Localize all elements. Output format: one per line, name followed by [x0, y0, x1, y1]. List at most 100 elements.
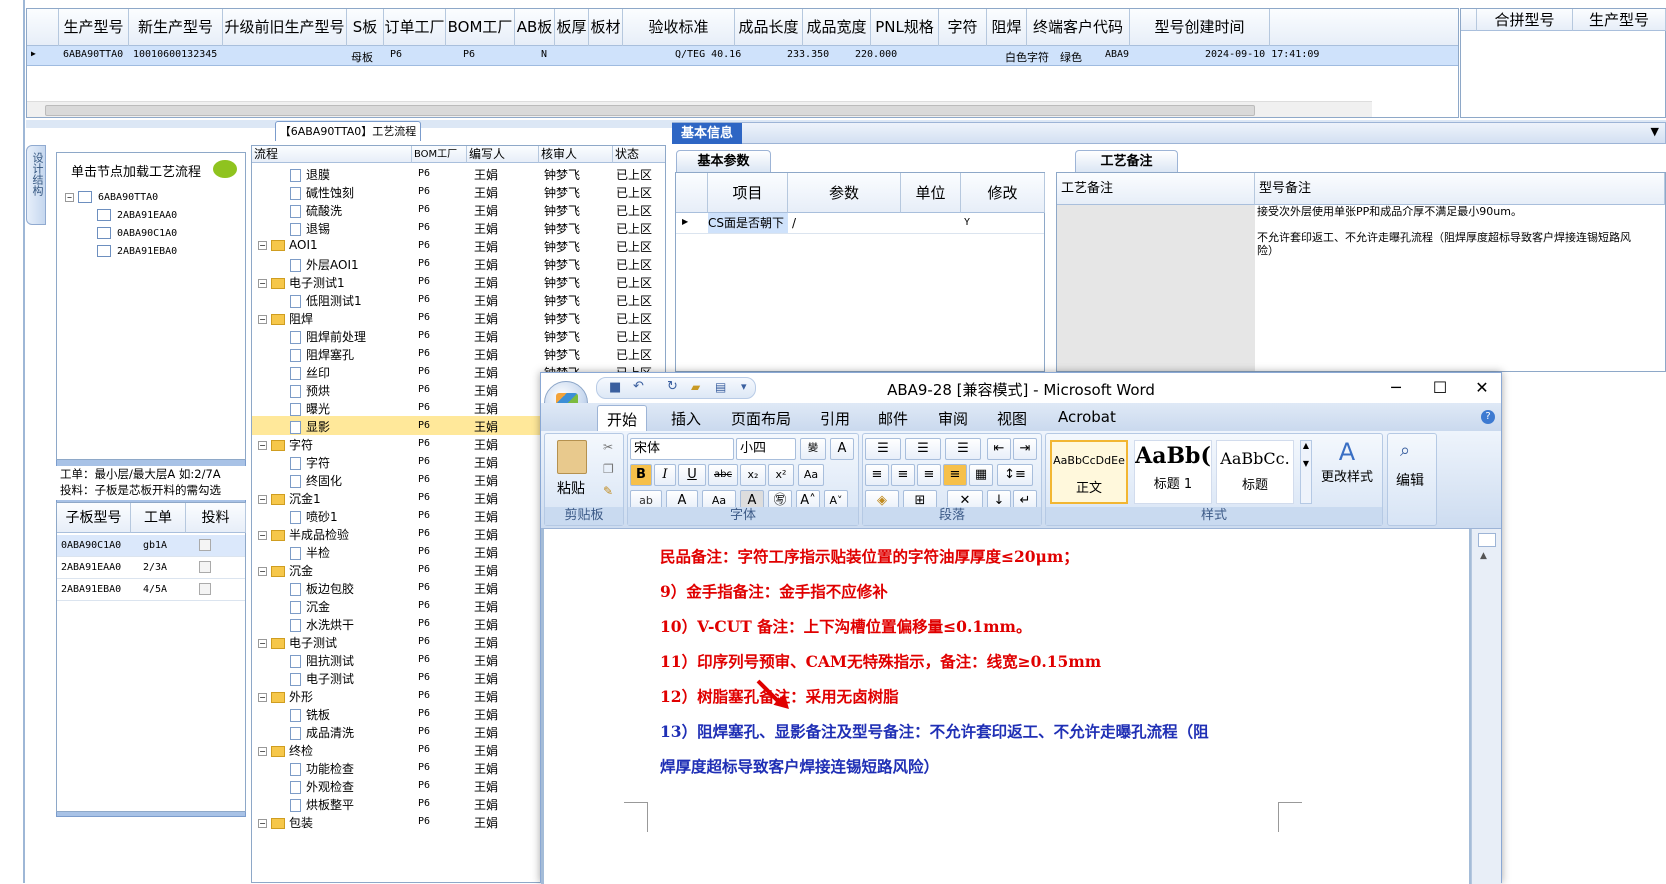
- dropdown-arrow-icon[interactable]: ▼: [1651, 125, 1659, 138]
- tab-home[interactable]: 开始: [597, 405, 648, 433]
- minimize-icon[interactable]: ─: [1381, 377, 1411, 399]
- col-header[interactable]: 新生产型号: [129, 9, 223, 46]
- copy-icon[interactable]: ❐: [603, 462, 614, 476]
- col-header[interactable]: 成品宽度: [803, 9, 871, 46]
- collapse-icon[interactable]: −: [258, 819, 267, 828]
- undo-icon[interactable]: ↶: [633, 379, 644, 394]
- decrease-indent-icon[interactable]: ⇤: [987, 438, 1011, 460]
- col-header[interactable]: 合拼型号: [1477, 9, 1573, 31]
- strikethrough-icon[interactable]: abc: [708, 464, 738, 486]
- tab-acrobat[interactable]: Acrobat: [1058, 408, 1116, 426]
- editing-button[interactable]: 编辑: [1396, 470, 1424, 490]
- process-row[interactable]: 硫酸洗 P6 王娟 钟梦飞 已上区: [252, 200, 665, 219]
- tab-mailings[interactable]: 邮件: [878, 408, 908, 429]
- tab-page-layout[interactable]: 页面布局: [731, 408, 791, 429]
- notes-grid[interactable]: 工艺备注 型号备注 接受次外层使用单张PP和成品介厚不满足最小90um。 不允许…: [1056, 172, 1666, 372]
- col-header[interactable]: 子板型号: [57, 503, 131, 533]
- style-normal[interactable]: AaBbCcDdEe 正文: [1050, 440, 1128, 504]
- col-header[interactable]: BOM工厂: [446, 9, 515, 46]
- align-right-icon[interactable]: ≡: [917, 464, 941, 486]
- col-header[interactable]: 编写人: [467, 146, 539, 163]
- col-header[interactable]: 字符: [939, 9, 987, 46]
- align-center-icon[interactable]: ≡: [891, 464, 915, 486]
- col-header[interactable]: 项目: [708, 173, 788, 213]
- align-left-icon[interactable]: ≡: [865, 464, 889, 486]
- cell-order[interactable]: gb1A: [143, 540, 167, 551]
- document-line[interactable]: 10）V-CUT 备注：上下沟槽位置偏移量≤0.1mm。: [660, 615, 1031, 637]
- paste-icon[interactable]: [557, 440, 587, 474]
- vertical-scrollbar[interactable]: ▲: [1471, 529, 1501, 884]
- col-header[interactable]: S板: [347, 9, 384, 46]
- process-tab[interactable]: 【6ABA90TTA0】工艺流程: [275, 121, 421, 141]
- col-header[interactable]: 单位: [901, 173, 961, 213]
- document-line[interactable]: 焊厚度超标导致客户焊接连锡短路风险）: [660, 755, 939, 777]
- params-grid[interactable]: 项目 参数 单位 修改 ▶ CS面是否朝下 / Y: [675, 172, 1045, 372]
- collapse-icon[interactable]: −: [258, 279, 267, 288]
- col-header[interactable]: 阻焊: [987, 9, 1027, 46]
- clear-format-icon[interactable]: Aa: [798, 464, 824, 486]
- cell-value[interactable]: /: [792, 216, 796, 230]
- col-header[interactable]: 订单工厂: [384, 9, 446, 46]
- word-titlebar[interactable]: ABA9-28 [兼容模式] - Microsoft Word ─ ☐ ✕ ■ …: [541, 373, 1501, 403]
- process-row[interactable]: 阻焊前处理 P6 王娟 钟梦飞 已上区: [252, 326, 665, 345]
- process-row[interactable]: 退膜 P6 王娟 钟梦飞 已上区: [252, 164, 665, 183]
- model-note-cell[interactable]: 接受次外层使用单张PP和成品介厚不满足最小90um。 不允许套印返工、不允许走曝…: [1257, 205, 1647, 371]
- tab-view[interactable]: 视图: [997, 408, 1027, 429]
- cell-edit[interactable]: Y: [964, 217, 970, 228]
- collapse-icon[interactable]: −: [258, 495, 267, 504]
- col-header[interactable]: 验收标准: [623, 9, 735, 46]
- craft-notes-tab[interactable]: 工艺备注: [1075, 150, 1178, 172]
- merge-grid[interactable]: 合拼型号 生产型号: [1460, 8, 1666, 118]
- increase-indent-icon[interactable]: ⇥: [1013, 438, 1037, 460]
- col-header[interactable]: 板材: [589, 9, 623, 46]
- process-row[interactable]: − 阻焊 P6 王娟 钟梦飞 已上区: [252, 308, 665, 327]
- numbering-icon[interactable]: ☰: [905, 438, 941, 460]
- collapse-icon[interactable]: −: [258, 639, 267, 648]
- table-row[interactable]: 2ABA91EAA0 2/3A: [57, 557, 245, 579]
- line-spacing-icon[interactable]: ↕≡: [997, 464, 1033, 486]
- subscript-icon[interactable]: x₂: [740, 464, 766, 486]
- table-row[interactable]: ▶ 6ABA90TTA0 10010600132345 母板 P6 P6 N Q…: [27, 46, 1458, 66]
- collapse-icon[interactable]: −: [258, 531, 267, 540]
- process-row[interactable]: − 电子测试1 P6 王娟 钟梦飞 已上区: [252, 272, 665, 291]
- col-header[interactable]: BOM工厂: [412, 146, 467, 163]
- col-header[interactable]: 型号创建时间: [1130, 9, 1270, 46]
- col-header[interactable]: 终端客户代码: [1027, 9, 1130, 46]
- design-structure-tab[interactable]: 设计结构: [26, 145, 46, 225]
- tree-node[interactable]: 0ABA90C1A0: [97, 227, 177, 239]
- collapse-icon[interactable]: −: [258, 747, 267, 756]
- collapse-icon[interactable]: −: [258, 241, 267, 250]
- quick-access-toolbar[interactable]: ■ ↶ ↻ ▰ ▤ ▾: [596, 377, 756, 399]
- multilevel-list-icon[interactable]: ☰: [945, 438, 981, 460]
- open-folder-icon[interactable]: ▰: [691, 380, 700, 394]
- collapse-icon[interactable]: −: [65, 192, 74, 202]
- model-grid[interactable]: 生产型号 新生产型号 升级前旧生产型号 S板 订单工厂 BOM工厂 AB板 板厚…: [26, 8, 1459, 118]
- document-line[interactable]: 13）阻焊塞孔、显影备注及型号备注：不允许套印返工、不允许走曝孔流程（阻: [660, 720, 1209, 742]
- tree-node[interactable]: 2ABA91EAA0: [97, 209, 177, 221]
- model-tree[interactable]: 单击节点加载工艺流程 − 6ABA90TTA0 2ABA91EAA0 0ABA90…: [56, 152, 246, 460]
- format-painter-icon[interactable]: ✎: [603, 484, 613, 498]
- feed-checkbox[interactable]: [199, 539, 211, 551]
- table-row[interactable]: 2ABA91EBA0 4/5A: [57, 579, 245, 601]
- feed-checkbox[interactable]: [199, 561, 211, 573]
- tab-review[interactable]: 审阅: [938, 408, 968, 429]
- col-header[interactable]: 工单: [131, 503, 186, 533]
- col-header[interactable]: 核审人: [539, 146, 613, 163]
- justify-icon[interactable]: ≡: [943, 464, 967, 486]
- table-row[interactable]: ▶ CS面是否朝下 / Y: [676, 213, 1044, 234]
- print-preview-icon[interactable]: ▤: [715, 380, 726, 394]
- bullets-icon[interactable]: ☰: [865, 438, 901, 460]
- col-header[interactable]: 生产型号: [59, 9, 129, 46]
- collapse-icon[interactable]: −: [258, 567, 267, 576]
- phonetic-guide-icon[interactable]: 變: [800, 438, 826, 460]
- save-icon[interactable]: ■: [609, 380, 621, 395]
- font-name-select[interactable]: 宋体: [630, 438, 734, 460]
- font-size-select[interactable]: 小四: [736, 438, 796, 460]
- change-styles-button[interactable]: A 更改样式: [1320, 438, 1374, 485]
- collapse-icon[interactable]: −: [258, 441, 267, 450]
- document-line[interactable]: 9）金手指备注：金手指不应修补: [660, 580, 888, 602]
- tree-root[interactable]: − 6ABA90TTA0: [65, 191, 158, 203]
- find-icon[interactable]: ⌕: [1400, 440, 1410, 461]
- scroll-thumb[interactable]: [45, 105, 1255, 116]
- basic-params-tab[interactable]: 基本参数: [676, 150, 771, 172]
